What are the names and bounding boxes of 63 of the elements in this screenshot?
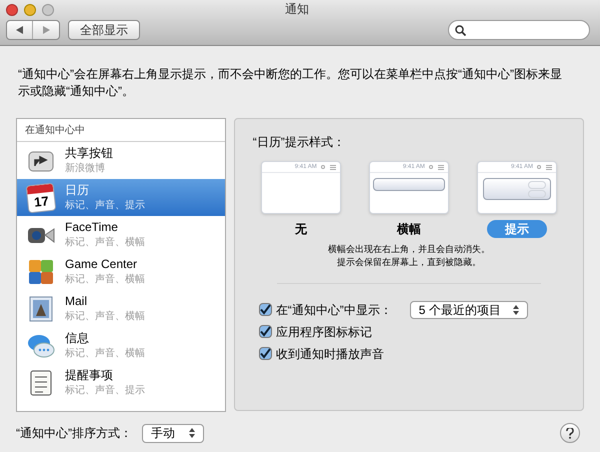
question-mark-icon (566, 428, 574, 438)
description-text: “通知中心”会在屏幕右上角显示提示，而不会中断您的工作。您可以在菜单栏中点按“通知中心”图标来显示或隐藏“通知中心”。 (17, 66, 563, 100)
forward-arrow-icon[interactable] (42, 26, 50, 34)
list-header: 在通知中心中 (25, 124, 85, 138)
option-label: 收到通知时播放声音 (276, 346, 384, 362)
app-list-item[interactable]: 共享按钮 新浪微博 (17, 142, 225, 179)
list-icon (330, 164, 336, 170)
checkbox[interactable] (258, 325, 272, 338)
style-option[interactable]: 横幅 (378, 220, 439, 238)
help-button[interactable] (560, 423, 580, 443)
app-list-item[interactable]: Game Center 标记、声音、横幅 (17, 253, 225, 290)
app-name: 提醒事项 (65, 368, 114, 382)
app-detail: 标记、声音、提示 (65, 384, 145, 398)
search-icon (455, 24, 466, 36)
app-list-item[interactable]: FaceTime 标记、声音、横幅 (17, 216, 225, 253)
back-arrow-icon[interactable] (16, 26, 23, 34)
stepper-icon (189, 428, 195, 438)
search-icon (428, 164, 434, 170)
app-name: Game Center (65, 256, 138, 272)
stamp-icon (27, 294, 55, 322)
panel-heading: “日历”提示样式： (252, 134, 346, 151)
style-option[interactable]: 无 (276, 220, 325, 238)
app-list-item[interactable]: 提醒事项 标记、声音、提示 (17, 364, 225, 401)
style-note: 横幅会出现在右上角，并且会自动消失。 (328, 243, 490, 256)
minimize-button[interactable] (24, 4, 36, 16)
app-name: FaceTime (65, 220, 119, 234)
alert-preview (482, 178, 551, 200)
sort-popup[interactable]: 手动 (142, 424, 204, 442)
search-icon (536, 164, 542, 170)
search-field[interactable] (448, 20, 590, 40)
app-name: 信息 (65, 330, 90, 346)
sort-label: “通知中心”排序方式： (16, 425, 132, 442)
list-icon (438, 164, 444, 170)
app-detail: 新浪微博 (65, 162, 106, 176)
back-forward-control[interactable] (6, 20, 60, 40)
option-label: 在“通知中心”中显示： (276, 302, 392, 318)
app-detail: 标记、声音、横幅 (65, 346, 145, 360)
app-list-item[interactable]: 信息 标记、声音、横幅 (17, 327, 225, 364)
checkmark-icon (260, 348, 271, 359)
search-icon (320, 164, 326, 170)
app-detail: 标记、声音、横幅 (65, 236, 145, 250)
stepper-icon (512, 304, 519, 314)
app-detail: 标记、声音、横幅 (65, 310, 145, 324)
app-name: 日历 (65, 182, 90, 198)
style-note: 提示会保留在屏幕上，直到被隐藏。 (336, 256, 481, 269)
show-all-button[interactable]: 全部显示 (68, 20, 140, 40)
app-detail: 标记、声音、横幅 (65, 272, 145, 286)
calendar-date: 17 (32, 192, 50, 212)
app-name: 共享按钮 (65, 146, 113, 160)
option-label: 应用程序图标标记 (276, 324, 372, 340)
list-icon (546, 164, 552, 170)
app-list-item[interactable]: Mail 标记、声音、横幅 (17, 290, 225, 327)
checkmark-icon (260, 326, 271, 337)
game-tiles-icon (27, 258, 55, 286)
checkmark-icon (260, 304, 271, 315)
app-name: Mail (65, 294, 88, 308)
app-list-item[interactable]: 17 日历 标记、声音、提示 (17, 179, 225, 216)
count-popup[interactable]: 5 个最近的项目 (410, 300, 528, 318)
checkbox[interactable] (258, 303, 272, 316)
close-button[interactable] (6, 4, 18, 16)
window-title: 通知 (285, 1, 309, 18)
checkbox[interactable] (258, 347, 272, 360)
app-detail: 标记、声音、提示 (65, 198, 145, 212)
